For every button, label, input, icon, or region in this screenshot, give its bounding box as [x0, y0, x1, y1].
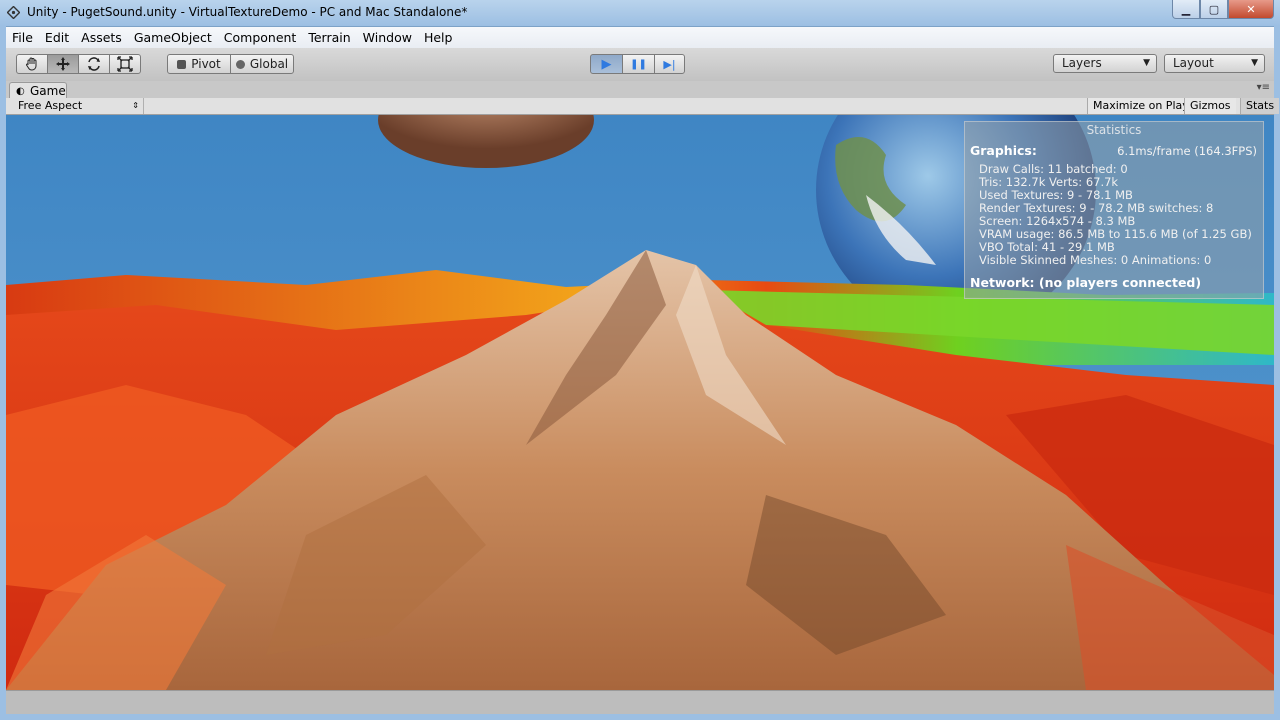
scale-tool-button[interactable]: [109, 54, 141, 74]
chevron-down-icon: ▼: [1143, 58, 1150, 68]
frame-time: 6.1ms/frame (164.3FPS): [1117, 144, 1257, 158]
menu-component[interactable]: Component: [218, 27, 303, 48]
maximize-on-play-button[interactable]: Maximize on Play: [1087, 98, 1194, 114]
minimize-button[interactable]: ▁: [1172, 0, 1200, 19]
status-bar: [6, 690, 1274, 714]
tab-game-label: Game: [30, 84, 66, 98]
pause-icon: ❚❚: [630, 58, 647, 70]
step-button[interactable]: ▶|: [654, 54, 685, 74]
unity-logo-icon: [7, 6, 20, 19]
global-toggle[interactable]: Global: [230, 54, 294, 74]
window-frame-bottom: [0, 713, 1280, 720]
pivot-icon: [177, 59, 187, 69]
layers-label: Layers: [1062, 56, 1102, 70]
hand-icon: [26, 57, 37, 71]
game-view-toolbar: Free Aspect ⇕ Maximize on Play Gizmos St…: [6, 98, 1280, 115]
window-title: Unity - PugetSound.unity - VirtualTextur…: [27, 5, 468, 19]
rotate-icon: [88, 57, 100, 71]
menu-terrain[interactable]: Terrain: [302, 27, 356, 48]
graphics-label: Graphics:: [970, 143, 1037, 158]
pivot-toggle[interactable]: Pivot: [167, 54, 231, 74]
menu-file[interactable]: File: [6, 27, 39, 48]
tab-menu-icon[interactable]: ▾≡: [1257, 82, 1270, 93]
menu-window[interactable]: Window: [357, 27, 418, 48]
play-icon: ▶: [601, 56, 612, 72]
menu-help[interactable]: Help: [418, 27, 459, 48]
close-button[interactable]: ✕: [1228, 0, 1274, 19]
tab-game[interactable]: ◐ Game: [9, 82, 67, 98]
move-icon: [56, 57, 70, 71]
pivot-controls: Pivot Global: [167, 54, 294, 74]
chevron-down-icon: ▼: [1251, 58, 1258, 68]
network-status: Network: (no players connected): [970, 275, 1202, 290]
pivot-label: Pivot: [191, 57, 221, 71]
toolbar: Pivot Global ▶ ❚❚ ▶| Layers ▼ Layout ▼: [6, 48, 1274, 82]
menu-bar: File Edit Assets GameObject Component Te…: [6, 27, 1274, 48]
rotate-tool-button[interactable]: [78, 54, 110, 74]
layout-label: Layout: [1173, 56, 1214, 70]
scale-icon: [117, 56, 133, 72]
layers-dropdown[interactable]: Layers ▼: [1053, 54, 1157, 73]
menu-assets[interactable]: Assets: [75, 27, 128, 48]
play-button[interactable]: ▶: [590, 54, 623, 74]
globe-icon: [235, 59, 245, 69]
menu-gameobject[interactable]: GameObject: [128, 27, 218, 48]
global-label: Global: [249, 57, 289, 71]
move-tool-button[interactable]: [47, 54, 79, 74]
menu-edit[interactable]: Edit: [39, 27, 75, 48]
stats-button[interactable]: Stats: [1240, 98, 1280, 114]
gizmos-button[interactable]: Gizmos: [1184, 98, 1236, 114]
window-frame-right: [1274, 26, 1280, 720]
updown-arrows-icon: ⇕: [132, 101, 139, 110]
statistics-title: Statistics: [1086, 123, 1142, 137]
step-icon: ▶|: [663, 57, 676, 71]
aspect-label: Free Aspect: [18, 99, 83, 112]
game-viewport[interactable]: Statistics Graphics: 6.1ms/frame (164.3F…: [6, 115, 1274, 690]
aspect-dropdown[interactable]: Free Aspect ⇕: [12, 98, 144, 114]
tab-bar: ◐ Game ▾≡: [6, 81, 1274, 98]
statistics-panel: Statistics Graphics: 6.1ms/frame (164.3F…: [964, 121, 1264, 299]
hand-tool-button[interactable]: [16, 54, 48, 74]
layout-dropdown[interactable]: Layout ▼: [1164, 54, 1265, 73]
maximize-button[interactable]: ▢: [1200, 0, 1228, 19]
window-titlebar: Unity - PugetSound.unity - VirtualTextur…: [0, 0, 1280, 27]
stat-line: Visible Skinned Meshes: 0 Animations: 0: [979, 253, 1212, 267]
transform-tools: [16, 54, 141, 74]
pause-button[interactable]: ❚❚: [622, 54, 655, 74]
playback-controls: ▶ ❚❚ ▶|: [590, 54, 685, 74]
